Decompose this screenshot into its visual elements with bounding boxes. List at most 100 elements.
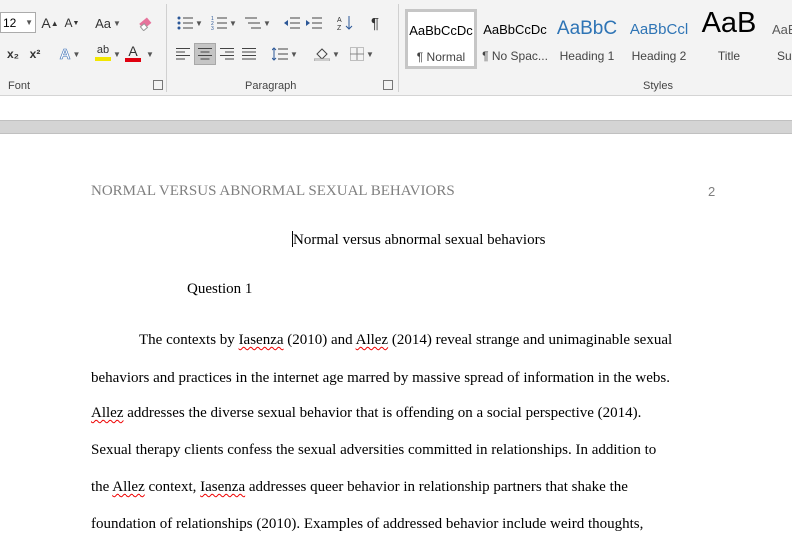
paragraph-line[interactable]: The contexts by Iasenza (2010) and Allez…	[139, 332, 672, 349]
text-run: (2010) and	[283, 332, 356, 348]
style-subtitle[interactable]: AaB Su	[767, 9, 792, 69]
numbering-button[interactable]: 1 2 3 ▼	[209, 12, 239, 34]
borders-button[interactable]: ▼	[347, 43, 377, 65]
style-normal[interactable]: AaBbCcDc ¶ Normal	[405, 9, 477, 69]
font-color-icon: A	[128, 42, 138, 59]
increase-indent-button[interactable]	[304, 12, 324, 34]
ruler[interactable]	[0, 120, 792, 134]
misspelled-word[interactable]: Allez	[112, 479, 144, 495]
subscript-button[interactable]: x₂	[4, 43, 22, 65]
shrink-font-button[interactable]: A ▼	[64, 12, 80, 34]
increase-indent-icon	[306, 17, 322, 29]
align-left-button[interactable]	[173, 43, 193, 65]
document-title[interactable]: Normal versus abnormal sexual behaviors	[292, 231, 545, 249]
justify-button[interactable]	[239, 43, 259, 65]
style-name: Su	[777, 49, 792, 63]
chevron-down-icon: ▼	[229, 18, 237, 28]
ribbon: 12 ▼ A ▲ A ▼ Aa ▼ x₂ x² A ▼ ab ▼ A ▼ Font ▼ …	[0, 0, 792, 96]
misspelled-word[interactable]: Allez	[91, 405, 123, 421]
align-center-icon	[198, 48, 212, 60]
shading-button[interactable]: ▼	[312, 43, 342, 65]
show-formatting-button[interactable]: ¶	[365, 12, 385, 34]
superscript-icon: x²	[29, 47, 41, 61]
dialog-launcher-icon[interactable]	[153, 80, 163, 90]
text-run: addresses the diverse sexual behavior th…	[123, 405, 642, 421]
chevron-down-icon: ▼	[113, 49, 121, 59]
justify-icon	[242, 48, 256, 60]
align-center-button[interactable]	[194, 43, 216, 65]
clear-formatting-button[interactable]	[135, 12, 155, 34]
multilevel-list-button[interactable]: ▼	[243, 12, 273, 34]
style-preview: AaBbCcDc	[409, 23, 473, 38]
style-name: Title	[717, 49, 741, 63]
style-name: ¶ Normal	[416, 50, 466, 64]
styles-group-label: Styles	[643, 80, 673, 92]
paragraph-line[interactable]: Sexual therapy clients confess the sexua…	[91, 442, 656, 459]
chevron-down-icon[interactable]: ▼	[25, 18, 33, 27]
question-heading[interactable]: Question 1	[187, 281, 252, 298]
line-spacing-button[interactable]: ▼	[270, 43, 300, 65]
shrink-font-icon: A	[64, 16, 73, 30]
multilevel-list-icon	[245, 17, 262, 29]
pilcrow-icon: ¶	[370, 14, 380, 32]
align-right-icon	[220, 48, 234, 60]
misspelled-word[interactable]: Allez	[356, 332, 388, 348]
change-case-button[interactable]: Aa ▼	[92, 12, 124, 34]
font-group: 12 ▼ A ▲ A ▼ Aa ▼ x₂ x² A ▼ ab ▼ A ▼ Font	[0, 0, 165, 95]
text-run: foundation of relationships (2010). Exam…	[91, 516, 644, 532]
grow-font-button[interactable]: A ▲	[41, 12, 58, 34]
numbered-list-icon: 123	[211, 16, 228, 30]
font-size-value: 12	[3, 15, 17, 30]
highlight-color-bar	[95, 57, 111, 61]
align-left-icon	[176, 48, 190, 60]
running-head: NORMAL VERSUS ABNORMAL SEXUAL BEHAVIORS	[91, 183, 455, 199]
style-heading-1[interactable]: AaBbC Heading 1	[553, 9, 621, 69]
sort-button[interactable]: AZ	[335, 12, 355, 34]
paragraph-line[interactable]: Allez addresses the diverse sexual behav…	[91, 405, 641, 422]
paragraph-line[interactable]: behaviors and practices in the internet …	[91, 370, 670, 387]
paragraph-group: ▼ 1 2 3 ▼ ▼ AZ ¶ ▼ ▼ ▼ Paragraph	[167, 0, 397, 95]
decrease-indent-icon	[284, 17, 300, 29]
font-group-label: Font	[8, 80, 31, 92]
misspelled-word[interactable]: Iasenza	[200, 479, 245, 495]
bullets-button[interactable]: ▼	[175, 12, 205, 34]
font-color-button[interactable]: A	[122, 42, 144, 64]
document-page[interactable]: NORMAL VERSUS ABNORMAL SEXUAL BEHAVIORS …	[0, 134, 792, 533]
highlighter-icon: ab	[96, 44, 110, 56]
paragraph-line[interactable]: the Allez context, Iasenza addresses que…	[91, 479, 628, 496]
dialog-launcher-icon[interactable]	[383, 80, 393, 90]
align-right-button[interactable]	[217, 43, 237, 65]
text-effects-button[interactable]: A ▼	[55, 43, 85, 65]
svg-text:3: 3	[211, 26, 214, 30]
style-name: Heading 2	[631, 49, 687, 63]
sort-az-icon: AZ	[337, 16, 353, 31]
chevron-down-icon: ▼	[146, 49, 154, 59]
text-run: context,	[144, 479, 201, 495]
chevron-down-icon: ▼	[263, 18, 271, 28]
style-preview: AaBbCcDc	[483, 22, 547, 37]
paragraph-group-label: Paragraph	[245, 80, 297, 92]
paragraph-line[interactable]: foundation of relationships (2010). Exam…	[91, 516, 643, 533]
chevron-down-icon: ▼	[290, 49, 298, 59]
highlight-dropdown[interactable]: ▼	[111, 43, 121, 65]
font-size-combo[interactable]: 12 ▼	[0, 12, 36, 33]
chevron-down-icon: ▼	[195, 18, 203, 28]
superscript-button[interactable]: x²	[26, 43, 44, 65]
text-effects-icon: A	[59, 45, 71, 63]
text-run: The contexts by	[139, 332, 239, 348]
borders-icon	[350, 47, 365, 61]
style-no-spacing[interactable]: AaBbCcDc ¶ No Spac...	[479, 9, 551, 69]
misspelled-word[interactable]: Iasenza	[239, 332, 284, 348]
style-title[interactable]: AaB Title	[697, 7, 761, 69]
decrease-indent-button[interactable]	[282, 12, 302, 34]
style-preview: AaBbCcl	[629, 21, 689, 38]
text-run: the	[91, 479, 113, 495]
chevron-down-icon: ▼	[332, 49, 340, 59]
style-heading-2[interactable]: AaBbCcl Heading 2	[625, 9, 693, 69]
group-separator	[398, 4, 399, 92]
font-color-dropdown[interactable]: ▼	[144, 43, 154, 65]
text-run: (2014) reveal strange and unimaginable s…	[388, 332, 673, 348]
page-number: 2	[708, 184, 716, 199]
svg-text:A: A	[337, 17, 342, 24]
style-preview: AaBbC	[556, 18, 618, 39]
